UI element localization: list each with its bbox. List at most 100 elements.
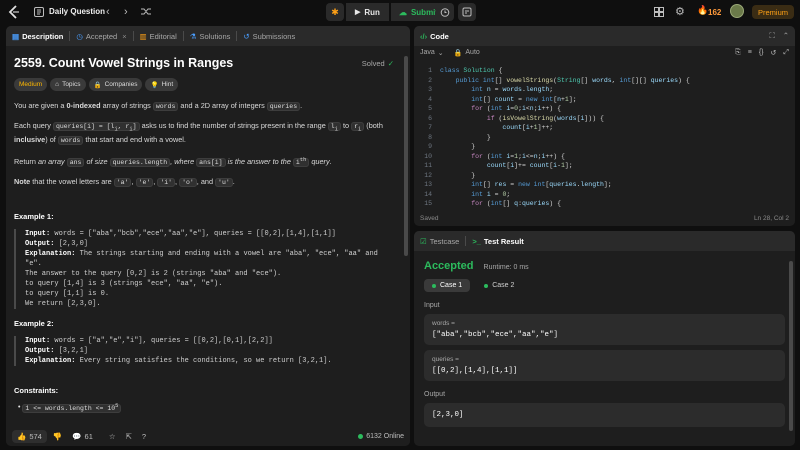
text: You are given a	[14, 101, 67, 110]
layout-grid-icon[interactable]	[654, 7, 664, 17]
input-label: Input	[424, 302, 440, 309]
lightbulb-icon: 💡	[150, 81, 159, 89]
code-line[interactable]: 7 count[i+1]++;	[414, 123, 795, 133]
share-icon[interactable]: ⇱	[126, 432, 132, 441]
play-icon: ▶	[355, 9, 361, 16]
debug-button[interactable]: ✱	[326, 3, 344, 21]
fire-streak-icon[interactable]: 🔥	[697, 5, 708, 16]
notes-icon[interactable]	[458, 3, 476, 21]
problem-list-icon[interactable]	[34, 7, 44, 17]
tab-accepted[interactable]: ◷ Accepted ×	[70, 26, 132, 46]
code-line[interactable]: 10 for (int i=1;i<=n;i++) {	[414, 152, 795, 162]
inline-code: li	[327, 122, 341, 132]
tab-editorial[interactable]: ▥ Editorial	[134, 26, 183, 46]
bookmark-icon[interactable]: ⎘	[735, 49, 741, 57]
tab-solutions[interactable]: ⚗ Solutions	[184, 26, 237, 46]
label: Explanation:	[25, 357, 76, 366]
tab-submissions[interactable]: ↺ Submissions	[237, 26, 301, 46]
reset-icon[interactable]: ↺	[771, 49, 777, 57]
lock-icon: 🔒	[453, 50, 463, 57]
tab-test-result[interactable]: >_ Test Result	[466, 231, 529, 251]
text: .	[329, 157, 332, 167]
tab-editorial-label: Editorial	[149, 31, 177, 41]
inline-code: ans	[66, 158, 85, 168]
like-button[interactable]: 👍 574	[12, 429, 47, 443]
code-line[interactable]: 1 class Solution {	[414, 66, 795, 76]
line-number: 2	[428, 76, 432, 84]
chevron-right-icon[interactable]: ›	[124, 6, 128, 18]
premium-button[interactable]: Premium	[752, 5, 794, 19]
help-icon[interactable]: ?	[142, 432, 146, 441]
result-panel: ☑ Testcase >_ Test Result Accepted Runti…	[414, 231, 795, 446]
star-icon[interactable]: ☆	[109, 432, 116, 441]
inline-code: queries[i] = [li, ri]	[52, 122, 140, 132]
tab-testcase[interactable]: ☑ Testcase	[414, 231, 465, 251]
label: Input:	[25, 230, 51, 239]
close-tab-icon[interactable]: ×	[122, 32, 126, 41]
code-line[interactable]: 13 int[] res = new int[queries.length];	[414, 180, 795, 190]
fullscreen-icon[interactable]: ⤢	[783, 49, 789, 57]
topics-chip[interactable]: ⌂ Topics	[50, 78, 86, 91]
code-line[interactable]: 6 if (isVowelString(words[i])) {	[414, 114, 795, 124]
case-2-tab[interactable]: Case 2	[476, 279, 522, 292]
tab-description-label: Description	[22, 31, 64, 41]
example-1-title: Example 1:	[14, 212, 54, 222]
format-icon[interactable]: ≡	[748, 49, 752, 57]
maximize-icon[interactable]: ⛶	[769, 31, 774, 41]
code-part: 1 <= words.length <= 10	[25, 404, 116, 412]
top-navbar: Daily Question ‹ › ✱ ▶ Run ☁ Submit ⚙ 🔥 …	[0, 0, 800, 24]
code-line[interactable]: 15 for (int[] q:queries) {	[414, 199, 795, 209]
difficulty-label: Medium	[19, 81, 43, 88]
tab-solutions-label: Solutions	[199, 31, 231, 41]
code-editor[interactable]: 1 class Solution {2 public int[] vowelStr…	[414, 64, 795, 212]
thumbs-down-icon[interactable]: 👎	[53, 432, 62, 441]
param-value: [[0,2],[1,4],[1,1]]	[432, 367, 518, 375]
companies-chip[interactable]: 🔒 Companies	[88, 78, 143, 91]
chevron-left-icon[interactable]: ‹	[106, 6, 110, 18]
streak-count[interactable]: 162	[708, 8, 721, 17]
code-line[interactable]: 4 int[] count = new int[n+1];	[414, 95, 795, 105]
comments-button[interactable]: 💬 61	[72, 432, 93, 441]
shuffle-icon[interactable]	[141, 7, 151, 16]
language-label: Java	[420, 49, 435, 56]
code-line[interactable]: 8 }	[414, 133, 795, 143]
braces-icon[interactable]: {}	[759, 49, 764, 57]
queries-input-box: queries = [[0,2],[1,4],[1,1]]	[424, 350, 785, 381]
code-line[interactable]: 11 count[i]+= count[i-1];	[414, 161, 795, 171]
scrollbar[interactable]	[404, 56, 408, 256]
code-line[interactable]: 2 public int[] vowelStrings(String[] wor…	[414, 76, 795, 86]
code-statusbar: Saved Ln 28, Col 2	[414, 210, 795, 226]
text: .	[232, 177, 235, 187]
collapse-icon[interactable]: ⌃	[783, 31, 789, 41]
run-button[interactable]: ▶ Run	[346, 3, 389, 21]
settings-gear-icon[interactable]: ⚙	[675, 5, 685, 18]
text: , and	[196, 177, 216, 187]
code-line[interactable]: 5 for (int i=0;i<n;i++) {	[414, 104, 795, 114]
param-label: queries =	[432, 356, 459, 363]
result-scrollbar[interactable]	[789, 261, 793, 431]
code-line[interactable]: 12 }	[414, 171, 795, 181]
auto-mode[interactable]: 🔒 Auto	[454, 49, 480, 57]
tab-description[interactable]: ▤ Description	[6, 26, 69, 46]
pass-dot-icon	[484, 283, 489, 288]
leetcode-logo-icon[interactable]	[8, 5, 20, 19]
hint-chip[interactable]: 💡 Hint	[145, 78, 179, 91]
code-part: queries[i] = [l	[55, 123, 115, 130]
code-line[interactable]: 3 int n = words.length;	[414, 85, 795, 95]
language-select[interactable]: Java ⌄	[420, 49, 444, 57]
line-number: 12	[424, 171, 432, 179]
tab-code[interactable]: ‹/› Code	[414, 26, 455, 46]
code-text: for (int i=1;i<=n;i++) {	[471, 152, 565, 160]
example-2-title: Example 2:	[14, 319, 54, 329]
alarm-clock-icon[interactable]	[436, 3, 454, 21]
description-paragraph-1: You are given a 0-indexed array of strin…	[14, 100, 394, 112]
history-icon: ↺	[243, 31, 250, 41]
tab-accepted-label: Accepted	[85, 31, 118, 41]
cursor-position: Ln 28, Col 2	[753, 214, 789, 222]
case-1-tab[interactable]: Case 1	[424, 279, 471, 292]
code-line[interactable]: 9 }	[414, 142, 795, 152]
user-avatar[interactable]	[730, 4, 744, 18]
code-line[interactable]: 14 int i = 0;	[414, 190, 795, 200]
inline-code: 'a'	[113, 178, 132, 188]
page-title[interactable]: Daily Question	[49, 7, 105, 16]
